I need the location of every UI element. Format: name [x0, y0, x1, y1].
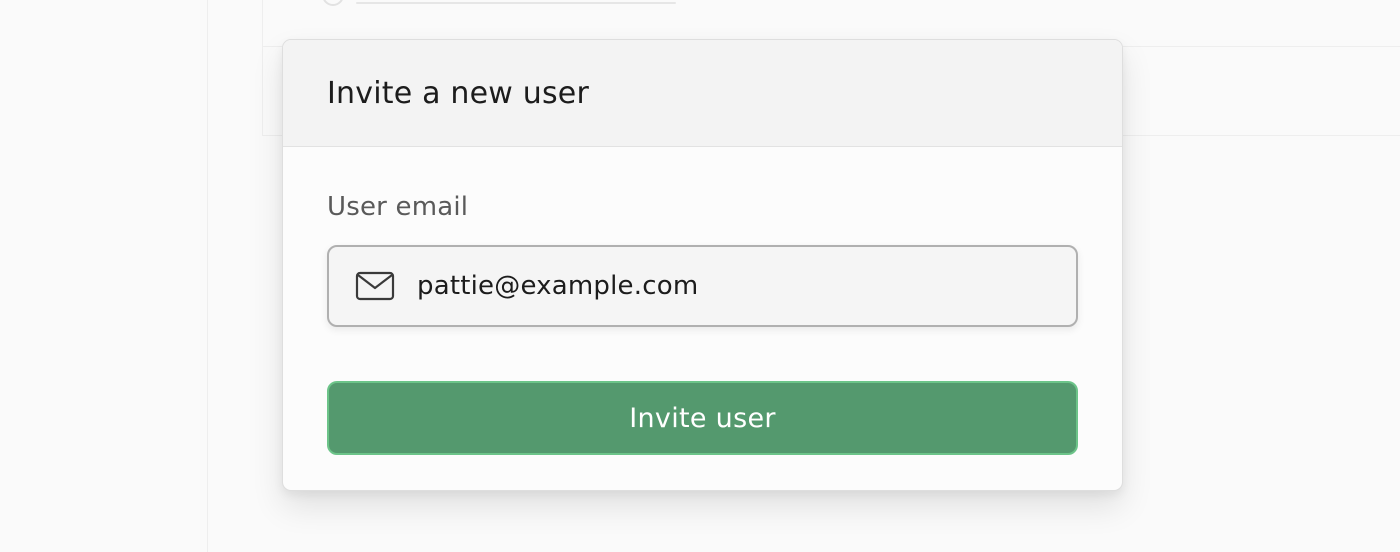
invite-user-dialog: Invite a new user User email Invite user	[282, 39, 1123, 491]
dialog-title: Invite a new user	[327, 75, 590, 111]
email-field-label: User email	[327, 192, 469, 222]
mail-icon	[355, 271, 395, 301]
email-input[interactable]	[417, 266, 1037, 306]
background-text-fragment	[356, 0, 676, 6]
dialog-body: User email Invite user	[283, 147, 1122, 455]
dialog-header: Invite a new user	[283, 40, 1122, 147]
sidebar	[0, 0, 208, 552]
page: Invite a new user User email Invite user	[0, 0, 1400, 552]
email-field[interactable]	[327, 245, 1078, 327]
invite-user-button[interactable]: Invite user	[327, 381, 1078, 455]
